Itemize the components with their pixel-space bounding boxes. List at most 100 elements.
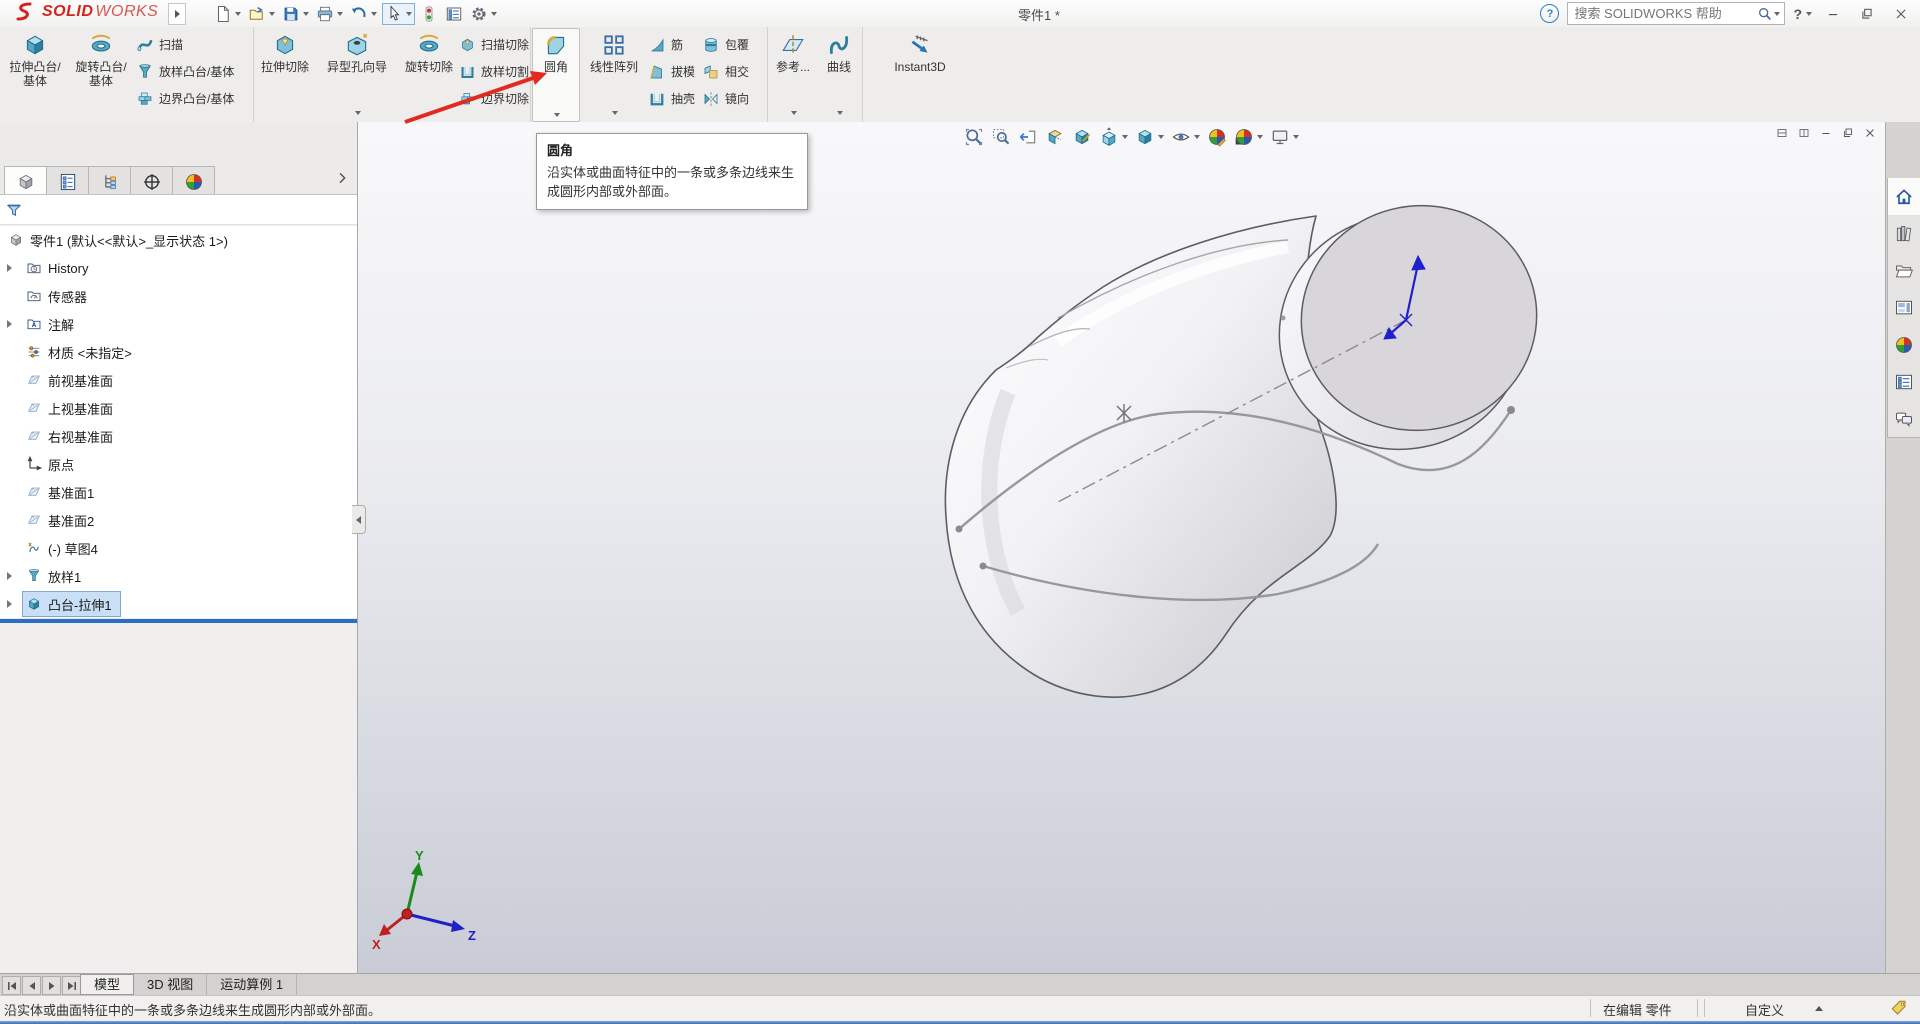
tree-row-origin[interactable]: 原点	[0, 450, 357, 478]
wrap-button[interactable]: 包覆	[702, 31, 764, 58]
tree-row-sensors[interactable]: 传感器	[0, 282, 357, 310]
sweep-boss-button[interactable]: 扫描	[136, 31, 252, 58]
tab-3d-views[interactable]: 3D 视图	[134, 974, 207, 995]
intersect-button[interactable]: 相交	[702, 58, 764, 85]
next-tab-button[interactable]	[42, 976, 61, 995]
view-settings-button[interactable]	[1270, 127, 1299, 147]
tab-model[interactable]: 模型	[80, 974, 134, 995]
zoom-fit-button[interactable]	[964, 127, 984, 147]
tab-property-manager[interactable]	[47, 166, 89, 197]
extruded-cut-button[interactable]: 拉伸切除	[257, 29, 313, 119]
custom-toolbar-label[interactable]: 自定义	[1745, 1000, 1784, 1019]
tree-row-material[interactable]: 材质 <未指定>	[0, 338, 357, 366]
doc-close-button[interactable]	[1864, 127, 1876, 139]
rib-button[interactable]: 筋	[648, 31, 698, 58]
tab-display-manager[interactable]	[173, 166, 215, 197]
save-button[interactable]	[280, 4, 311, 24]
tree-row-front-plane[interactable]: 前视基准面	[0, 366, 357, 394]
split-horizontal-button[interactable]	[1776, 127, 1788, 139]
edit-appearance-button[interactable]	[1207, 127, 1227, 147]
tree-row-plane1[interactable]: 基准面1	[0, 478, 357, 506]
forum-button[interactable]	[1887, 400, 1920, 438]
tree-root-row[interactable]: 零件1 (默认<<默认>_显示状态 1>)	[0, 226, 357, 254]
search-icon[interactable]	[1757, 6, 1773, 22]
new-document-button[interactable]	[212, 4, 243, 24]
tab-motion-study[interactable]: 运动算例 1	[207, 974, 297, 995]
custom-caret-icon[interactable]	[1815, 1006, 1823, 1011]
tree-row-loft1[interactable]: 放样1	[0, 562, 357, 590]
selected-item-highlight[interactable]: 凸台-拉伸1	[22, 591, 121, 617]
help-menu-button[interactable]: ?	[1793, 6, 1812, 22]
doc-minimize-button[interactable]	[1820, 127, 1832, 139]
boundary-boss-button[interactable]: 边界凸台/基体	[136, 85, 252, 112]
expand-arrow-icon[interactable]	[7, 572, 12, 580]
tree-row-top-plane[interactable]: 上视基准面	[0, 394, 357, 422]
curves-button[interactable]: 曲线	[819, 29, 859, 119]
draft-button[interactable]: 拔模	[648, 58, 698, 85]
previous-view-button[interactable]	[1018, 127, 1038, 147]
undo-button[interactable]	[348, 4, 379, 24]
mirror-button[interactable]: 镜向	[702, 85, 764, 112]
expand-arrow-icon[interactable]	[7, 320, 12, 328]
file-explorer-button[interactable]	[1887, 252, 1920, 290]
select-tool-button[interactable]	[382, 3, 415, 25]
graphics-viewport[interactable]: Y X Z	[357, 122, 1886, 973]
search-caret-icon[interactable]	[1774, 12, 1780, 16]
tab-configuration-manager[interactable]	[89, 166, 131, 197]
design-library-button[interactable]	[1887, 215, 1920, 253]
tab-feature-manager[interactable]	[4, 166, 47, 197]
minimize-button[interactable]	[1820, 3, 1846, 24]
zoom-area-button[interactable]	[991, 127, 1011, 147]
tree-row-annotations[interactable]: 注解	[0, 310, 357, 338]
tree-row-sketch4[interactable]: (-) 草图4	[0, 534, 357, 562]
previous-tab-button[interactable]	[22, 976, 41, 995]
rebuild-button[interactable]	[418, 4, 440, 24]
annotation-view-button[interactable]	[1072, 127, 1092, 147]
doc-restore-button[interactable]	[1842, 127, 1854, 139]
shell-button[interactable]: 抽壳	[648, 85, 698, 112]
tree-filter-row[interactable]	[0, 195, 357, 225]
settings-button[interactable]	[468, 4, 499, 24]
appearances-button[interactable]	[1887, 326, 1920, 364]
view-orientation-caret-icon	[1122, 135, 1128, 139]
view-palette-button[interactable]	[1887, 289, 1920, 327]
tree-row-boss-extrude1[interactable]: 凸台-拉伸1	[0, 590, 357, 618]
restore-button[interactable]	[1854, 3, 1880, 24]
tree-row-right-plane[interactable]: 右视基准面	[0, 422, 357, 450]
options-list-button[interactable]	[443, 4, 465, 24]
tree-row-history[interactable]: History	[0, 254, 357, 282]
help-circle-icon[interactable]: ?	[1540, 4, 1559, 23]
last-tab-button[interactable]	[62, 976, 81, 995]
panel-expand-button[interactable]	[334, 170, 350, 186]
print-button[interactable]	[314, 4, 345, 24]
close-button[interactable]	[1888, 3, 1914, 24]
home-tab-button[interactable]	[1887, 178, 1920, 216]
model-canvas[interactable]	[358, 122, 1886, 973]
expand-arrow-icon[interactable]	[7, 264, 12, 272]
display-style-button[interactable]	[1135, 127, 1164, 147]
split-vertical-button[interactable]	[1798, 127, 1810, 139]
instant3d-button[interactable]: Instant3D	[870, 29, 970, 119]
lofted-boss-button[interactable]: 放样凸台/基体	[136, 58, 252, 85]
swept-cut-button[interactable]: 扫描切除	[459, 31, 529, 58]
custom-properties-button[interactable]	[1887, 363, 1920, 401]
extruded-boss-button[interactable]: 拉伸凸台/基体	[4, 29, 66, 119]
first-tab-button[interactable]	[2, 976, 21, 995]
view-orientation-button[interactable]	[1099, 127, 1128, 147]
reference-geometry-button[interactable]: 参考...	[769, 29, 817, 119]
panel-splitter-handle[interactable]	[352, 505, 366, 534]
tab-dimxpert-manager[interactable]	[131, 166, 173, 197]
section-view-button[interactable]	[1045, 127, 1065, 147]
open-document-button[interactable]	[246, 4, 277, 24]
search-input[interactable]	[1572, 5, 1757, 22]
hole-wizard-button[interactable]: 异型孔向导	[317, 29, 397, 119]
apply-scene-button[interactable]	[1234, 127, 1263, 147]
tree-row-plane2[interactable]: 基准面2	[0, 506, 357, 534]
tag-icon[interactable]	[1890, 999, 1908, 1017]
hide-show-items-button[interactable]	[1171, 127, 1200, 147]
linear-pattern-button[interactable]: 线性阵列	[584, 29, 644, 119]
expand-arrow-icon[interactable]	[7, 600, 12, 608]
loft-solid-body[interactable]	[945, 181, 1560, 708]
revolved-boss-button[interactable]: 旋转凸台/基体	[70, 29, 132, 119]
menu-expander-button[interactable]	[168, 3, 186, 25]
